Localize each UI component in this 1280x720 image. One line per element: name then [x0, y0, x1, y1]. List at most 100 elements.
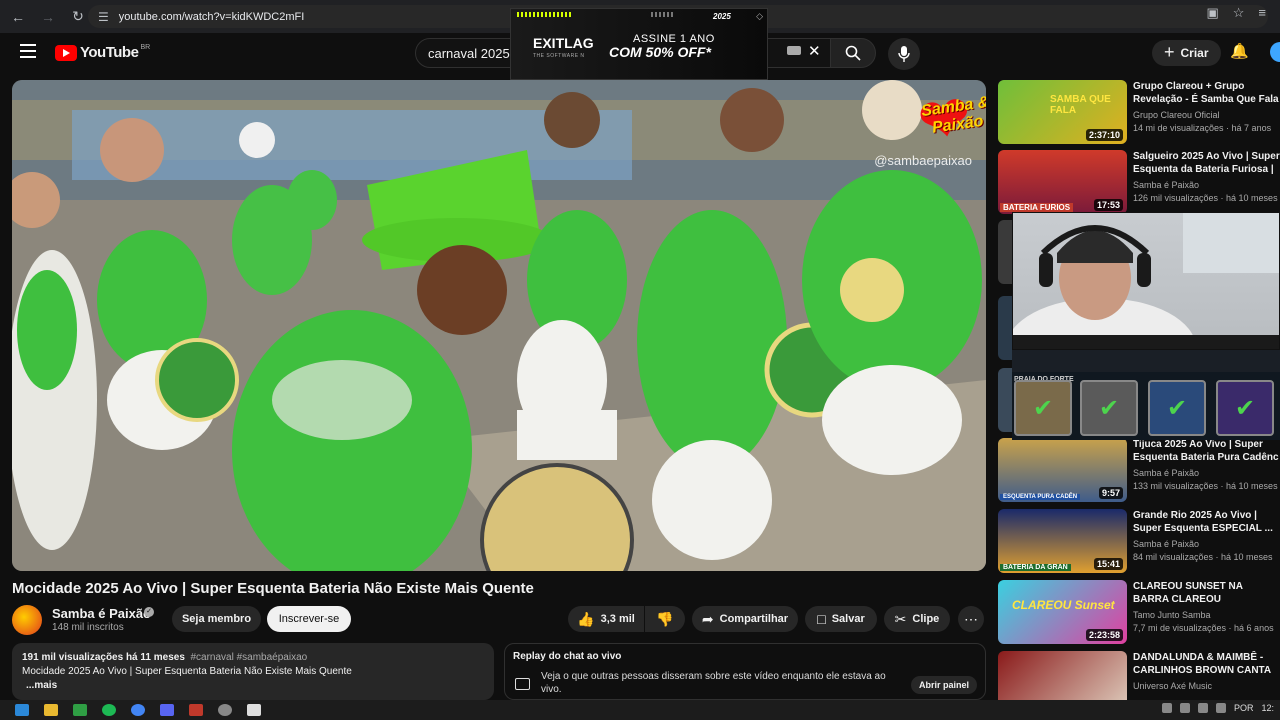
views-date: 191 mil visualizações há 11 meses	[22, 652, 185, 663]
recommendation-channel[interactable]: Samba é Paixão	[1133, 468, 1199, 478]
app-icon[interactable]	[218, 704, 232, 716]
system-tray: POR 12:	[1161, 703, 1274, 713]
open-panel-button[interactable]: Abrir painel	[910, 676, 977, 694]
save-label: Salvar	[831, 613, 865, 625]
wifi-icon[interactable]	[1197, 703, 1208, 713]
start-windows-icon[interactable]	[15, 704, 29, 716]
show-more-link[interactable]: ...mais	[22, 679, 484, 693]
join-button[interactable]: Seja membro	[172, 606, 261, 632]
file-explorer-icon[interactable]	[44, 704, 58, 716]
samba-e-paixao-watermark: ❤ Samba & Paixão	[914, 81, 986, 160]
country-code: BR	[140, 44, 151, 51]
language-indicator[interactable]: POR	[1234, 703, 1254, 713]
search-button[interactable]	[830, 38, 876, 68]
game-overlay: PRAIA DO FORTE ✔ ✔ ✔ ✔	[1012, 350, 1280, 440]
app-icon[interactable]	[189, 704, 203, 716]
channel-name[interactable]: Samba é Paixão	[52, 606, 151, 621]
recommendation-item[interactable]: SAMBA QUE FALA 2:37:10 Grupo Clareou + G…	[998, 80, 1280, 144]
share-label: Compartilhar	[719, 613, 789, 625]
video-thumbnail[interactable]: BATERIA FURIOS 17:53	[998, 150, 1127, 214]
app-icon[interactable]	[73, 704, 87, 716]
recommendation-channel[interactable]: Samba é Paixão	[1133, 180, 1199, 190]
description-box[interactable]: 191 mil visualizações há 11 meses #carna…	[12, 643, 494, 700]
tray-icon[interactable]	[1179, 703, 1190, 713]
video-thumbnail[interactable]: CLAREOU Sunset 2:23:58	[998, 580, 1127, 644]
thumbs-down-icon: 👎	[656, 610, 674, 627]
duration-badge: 9:57	[1098, 487, 1123, 499]
site-info-icon[interactable]: ☰	[98, 10, 109, 24]
notifications-bell-icon[interactable]: 🔔	[1230, 42, 1249, 60]
recommendation-title: DANDALUNDA & MAIMBÊ - CARLINHOS BROWN CA…	[1133, 652, 1271, 676]
volume-icon[interactable]	[1215, 703, 1226, 713]
discord-icon[interactable]	[160, 704, 174, 716]
windows-taskbar: POR 12:	[0, 700, 1280, 720]
app-icon[interactable]	[247, 704, 261, 716]
recommendation-channel[interactable]: Universo Axé Music	[1133, 681, 1212, 691]
recommendation-item[interactable]: BATERIA FURIOS 17:53 Salgueiro 2025 Ao V…	[998, 150, 1280, 214]
live-chat-replay: Replay do chat ao vivo Veja o que outras…	[504, 643, 986, 700]
keyboard-icon[interactable]	[787, 46, 801, 55]
card-check-icon: ✔	[1080, 380, 1138, 436]
thumbnail-text: BATERIA DA GRAN	[1000, 564, 1071, 571]
ad-line2: COM 50% OFF*	[609, 44, 711, 60]
cast-icon[interactable]: ▣	[1206, 5, 1218, 21]
account-avatar[interactable]	[1270, 42, 1280, 62]
clock[interactable]: 12:	[1261, 703, 1274, 713]
exitlag-ad-banner[interactable]: 2025 EXITLAG THE SOFTWARE N ASSINE 1 ANO…	[510, 8, 768, 80]
ad-close-icon[interactable]: ◇	[756, 11, 763, 22]
spotify-icon[interactable]	[102, 704, 116, 716]
video-thumbnail[interactable]: BATERIA DA GRAN 15:41	[998, 509, 1127, 573]
thumbnail-text: BATERIA FURIOS	[1000, 203, 1074, 212]
webcam-frame	[1013, 213, 1279, 349]
recommendation-title: Grande Rio 2025 Ao Vivo | Super Esquenta…	[1133, 510, 1273, 534]
hamburger-menu-icon[interactable]	[20, 44, 36, 58]
clear-search-icon[interactable]: ✕	[808, 42, 821, 60]
video-title: Mocidade 2025 Ao Vivo | Super Esquenta B…	[12, 580, 534, 597]
clip-button[interactable]: ✂ Clipe	[884, 606, 950, 632]
reading-list-icon[interactable]: ≡	[1258, 5, 1266, 21]
ad-stripe	[651, 12, 673, 17]
more-actions-button[interactable]: ⋯	[958, 606, 984, 632]
bookmark-star-icon[interactable]: ☆	[1233, 5, 1245, 21]
save-button[interactable]: □ Salvar	[805, 606, 877, 632]
dislike-button[interactable]: 👎	[645, 606, 685, 632]
recommendation-item[interactable]: CLAREOU Sunset 2:23:58 CLAREOU SUNSET NA…	[998, 580, 1280, 644]
card-check-icon: ✔	[1014, 380, 1072, 436]
recommendation-channel[interactable]: Grupo Clareou Oficial	[1133, 110, 1220, 120]
video-thumbnail[interactable]: ESQUENTA PURA CADÊN 9:57	[998, 438, 1127, 502]
reload-icon[interactable]: ↻	[66, 5, 90, 29]
subscribe-button[interactable]: Inscrever-se	[267, 606, 351, 632]
create-label: Criar	[1180, 46, 1209, 60]
recommendation-item[interactable]: DANDALUNDA & MAIMBÊ - CARLINHOS BROWN CA…	[998, 651, 1280, 700]
bookmark-icon: □	[817, 611, 826, 627]
tray-icon[interactable]	[1161, 703, 1172, 713]
watermark-handle: @sambaepaixao	[874, 153, 972, 168]
recommendation-item[interactable]: BATERIA DA GRAN 15:41 Grande Rio 2025 Ao…	[998, 509, 1280, 573]
verified-check-icon: ✓	[144, 607, 154, 617]
youtube-logo[interactable]: YouTube BR	[55, 44, 150, 61]
recommendation-meta: 84 mil visualizações · há 10 meses	[1133, 552, 1273, 562]
back-icon[interactable]: ←	[6, 5, 30, 29]
video-thumbnail[interactable]: SAMBA QUE FALA 2:37:10	[998, 80, 1127, 144]
recommendation-title: Tijuca 2025 Ao Vivo | Super Esquenta Bat…	[1133, 439, 1279, 463]
video-player[interactable]: ❤ Samba & Paixão @sambaepaixao	[12, 80, 986, 571]
channel-avatar[interactable]	[12, 605, 42, 635]
card-check-icon: ✔	[1148, 380, 1206, 436]
description-text: Mocidade 2025 Ao Vivo | Super Esquenta B…	[22, 666, 352, 677]
recommendation-channel[interactable]: Tamo Junto Samba	[1133, 610, 1211, 620]
recommendation-item[interactable]: ESQUENTA PURA CADÊN 9:57 Tijuca 2025 Ao …	[998, 438, 1280, 502]
share-button[interactable]: ➦ Compartilhar	[692, 606, 798, 632]
thumbs-up-icon: 👍	[577, 610, 595, 627]
like-button[interactable]: 👍 3,3 mil	[568, 606, 644, 632]
forward-icon[interactable]: →	[36, 5, 60, 29]
recommendation-channel[interactable]: Samba é Paixão	[1133, 539, 1199, 549]
create-button[interactable]: + Criar	[1152, 40, 1221, 66]
ad-year: 2025	[713, 12, 731, 21]
voice-search-button[interactable]	[888, 38, 920, 70]
video-thumbnail[interactable]	[998, 651, 1127, 700]
hashtags[interactable]: #carnaval #sambaépaixao	[190, 652, 307, 663]
recommendation-meta: 14 mi de visualizações · há 7 anos	[1133, 123, 1272, 133]
youtube-play-logo-icon	[55, 44, 77, 61]
mic-icon	[898, 46, 910, 62]
chrome-icon[interactable]	[131, 704, 145, 716]
